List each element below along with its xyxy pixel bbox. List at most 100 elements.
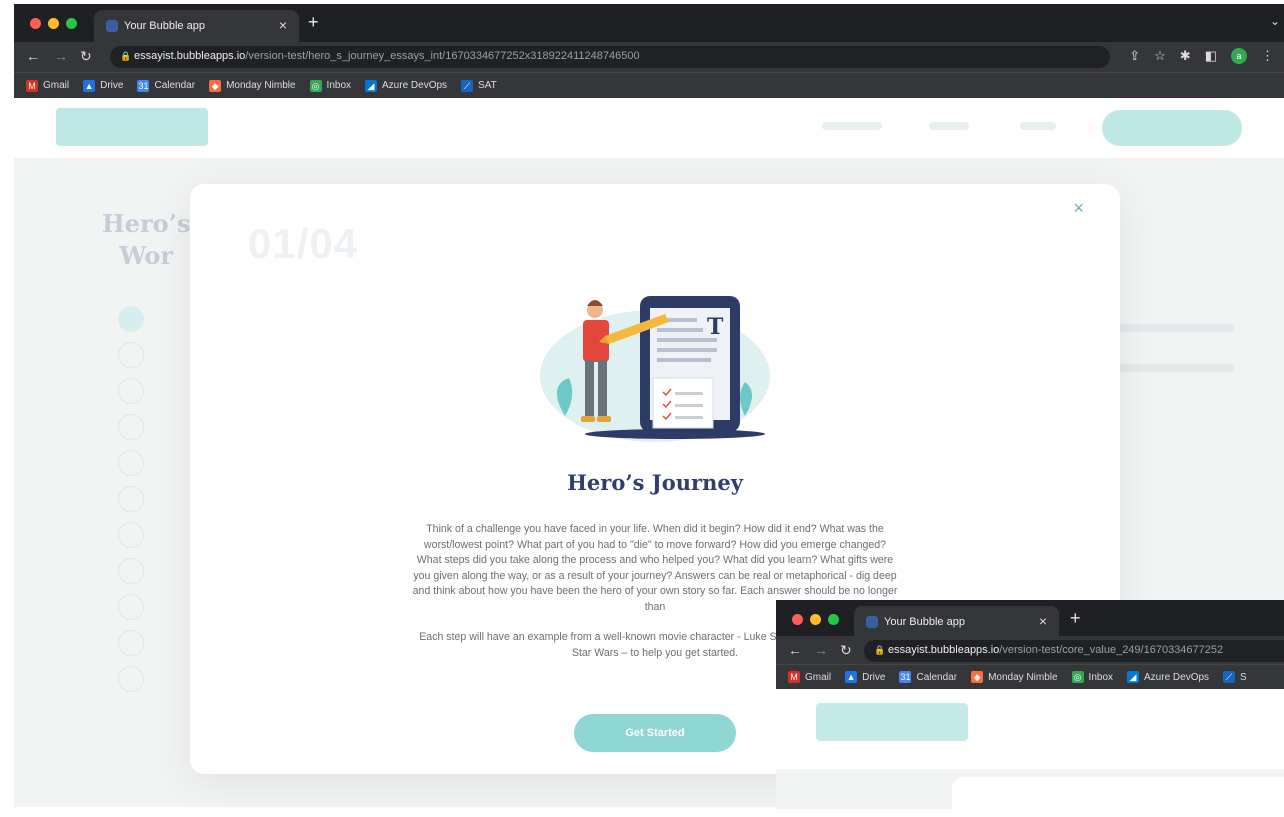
profile-avatar[interactable]: a	[1231, 48, 1247, 64]
bookmark-gmail[interactable]: M Gmail	[26, 79, 70, 92]
bubble-favicon-icon	[106, 20, 118, 32]
new-tab-button[interactable]: +	[1070, 608, 1081, 629]
get-started-button[interactable]: Get Started	[574, 714, 736, 752]
bookmark-drive[interactable]: ▲ Drive	[845, 671, 885, 683]
bookmark-label: Monday Nimble	[988, 671, 1058, 683]
bookmark-label: S	[1240, 671, 1247, 683]
maximize-window-button[interactable]	[828, 614, 839, 625]
azure-devops-icon: ◢	[365, 79, 378, 92]
navigation-bar: ← → ↻ 🔒 essayist.bubbleapps.io/version-t…	[776, 636, 1284, 664]
nav-link-blurred[interactable]	[822, 122, 882, 130]
bookmark-label: Monday Nimble	[226, 80, 296, 91]
app-logo-button[interactable]	[56, 108, 208, 146]
url-text: essayist.bubbleapps.io/version-test/hero…	[134, 50, 640, 62]
nav-link-blurred[interactable]	[1020, 122, 1056, 130]
tab-bar: Your Bubble app × +	[776, 600, 1284, 636]
bookmark-label: Gmail	[43, 80, 70, 91]
share-icon[interactable]: ⇪	[1129, 48, 1140, 64]
bookmark-label: SAT	[478, 80, 497, 91]
s-icon: ⟋	[1223, 671, 1236, 683]
bookmark-s[interactable]: ⟋ S	[1223, 671, 1247, 683]
bookmark-label: Gmail	[805, 671, 832, 683]
gmail-icon: M	[26, 79, 38, 92]
bookmark-label: Inbox	[1088, 671, 1114, 683]
bookmark-sat[interactable]: ⟋ SAT	[461, 79, 497, 92]
address-bar[interactable]: 🔒 essayist.bubbleapps.io/version-test/co…	[864, 640, 1284, 662]
azure-devops-icon: ◢	[1127, 671, 1140, 683]
gmail-icon: M	[788, 671, 800, 683]
tab-title: Your Bubble app	[884, 616, 965, 628]
sidepanel-icon[interactable]: ◧	[1205, 48, 1217, 64]
bookmark-gmail[interactable]: M Gmail	[788, 671, 831, 683]
tab-title: Your Bubble app	[124, 20, 205, 32]
browser-tab[interactable]: Your Bubble app ×	[854, 606, 1059, 636]
tab-close-icon[interactable]: ×	[279, 17, 287, 33]
reload-icon[interactable]: ↻	[840, 642, 852, 659]
bookmark-inbox[interactable]: ◎ Inbox	[309, 79, 351, 92]
background-text-blurred	[1104, 364, 1234, 372]
app-header	[14, 98, 1284, 158]
lock-icon: 🔒	[120, 51, 132, 61]
bookmark-inbox[interactable]: ◎ Inbox	[1071, 671, 1114, 683]
svg-text:T: T	[707, 314, 724, 340]
inbox-icon: ◎	[309, 79, 322, 92]
minimize-window-button[interactable]	[810, 614, 821, 625]
inbox-icon: ◎	[1071, 671, 1084, 683]
menu-kebab-icon[interactable]: ⋮	[1261, 48, 1274, 64]
navigation-bar: ← → ↻ 🔒 essayist.bubbleapps.io/version-t…	[14, 42, 1284, 72]
tab-close-icon[interactable]: ×	[1039, 613, 1047, 629]
bookmark-monday-nimble[interactable]: ◆ Monday Nimble	[971, 671, 1058, 683]
background-step-list	[118, 306, 144, 702]
background-text-blurred	[1104, 324, 1234, 332]
bookmark-azure-devops[interactable]: ◢ Azure DevOps	[1127, 671, 1209, 683]
bookmark-calendar[interactable]: 31 Calendar	[137, 79, 195, 92]
toolbar-icons: ⇪ ☆ ✱ ◧ a ⋮	[1129, 48, 1274, 64]
writer-illustration: T	[535, 296, 775, 451]
bookmark-label: Azure DevOps	[382, 80, 448, 91]
forward-arrow-icon[interactable]: →	[814, 642, 828, 658]
extensions-puzzle-icon[interactable]: ✱	[1180, 48, 1191, 64]
bookmark-label: Drive	[862, 671, 886, 683]
bookmarks-bar: M Gmail ▲ Drive 31 Calendar ◆ Monday Nimble ◎ Inb…	[14, 72, 1284, 98]
bookmark-label: Drive	[100, 80, 124, 91]
page-background	[776, 689, 1284, 817]
bookmark-calendar[interactable]: 31 Calendar	[899, 671, 957, 683]
new-tab-button[interactable]: +	[308, 12, 319, 33]
nav-link-blurred[interactable]	[929, 122, 969, 130]
bookmark-drive[interactable]: ▲ Drive	[83, 79, 124, 92]
tab-search-chevron-icon[interactable]: ⌄	[1270, 14, 1280, 28]
lock-icon: 🔒	[874, 645, 886, 655]
window-controls	[792, 614, 839, 625]
window-controls	[30, 18, 77, 29]
modal-title: Hero’s Journey	[567, 470, 743, 495]
drive-icon: ▲	[845, 671, 858, 683]
close-window-button[interactable]	[792, 614, 803, 625]
app-logo-button[interactable]	[816, 703, 968, 741]
bookmark-label: Azure DevOps	[1144, 671, 1210, 683]
signup-button[interactable]	[1102, 110, 1242, 146]
tab-bar: Your Bubble app × + ⌄	[14, 4, 1284, 42]
forward-arrow-icon[interactable]: →	[54, 48, 68, 64]
modal-close-icon[interactable]: ×	[1073, 198, 1084, 219]
address-bar[interactable]: 🔒 essayist.bubbleapps.io/version-test/he…	[110, 46, 1110, 68]
overlapping-browser-window: Your Bubble app × + ← → ↻ 🔒 essayist.bub…	[776, 600, 1284, 817]
close-window-button[interactable]	[30, 18, 41, 29]
sat-icon: ⟋	[461, 79, 474, 92]
content-card	[952, 777, 1284, 817]
back-arrow-icon[interactable]: ←	[788, 642, 802, 658]
maximize-window-button[interactable]	[66, 18, 77, 29]
monday-nimble-icon: ◆	[971, 671, 984, 683]
reload-icon[interactable]: ↻	[80, 48, 92, 65]
bookmark-label: Calendar	[916, 671, 958, 683]
step-counter: 01/04	[248, 220, 359, 267]
browser-tab[interactable]: Your Bubble app ×	[94, 10, 299, 42]
monday-nimble-icon: ◆	[209, 79, 222, 92]
bookmark-monday-nimble[interactable]: ◆ Monday Nimble	[209, 79, 296, 92]
drive-icon: ▲	[83, 79, 96, 92]
bookmark-star-icon[interactable]: ☆	[1154, 48, 1166, 64]
calendar-icon: 31	[137, 79, 150, 92]
back-arrow-icon[interactable]: ←	[26, 48, 40, 64]
calendar-icon: 31	[899, 671, 912, 683]
minimize-window-button[interactable]	[48, 18, 59, 29]
bookmark-azure-devops[interactable]: ◢ Azure DevOps	[365, 79, 448, 92]
